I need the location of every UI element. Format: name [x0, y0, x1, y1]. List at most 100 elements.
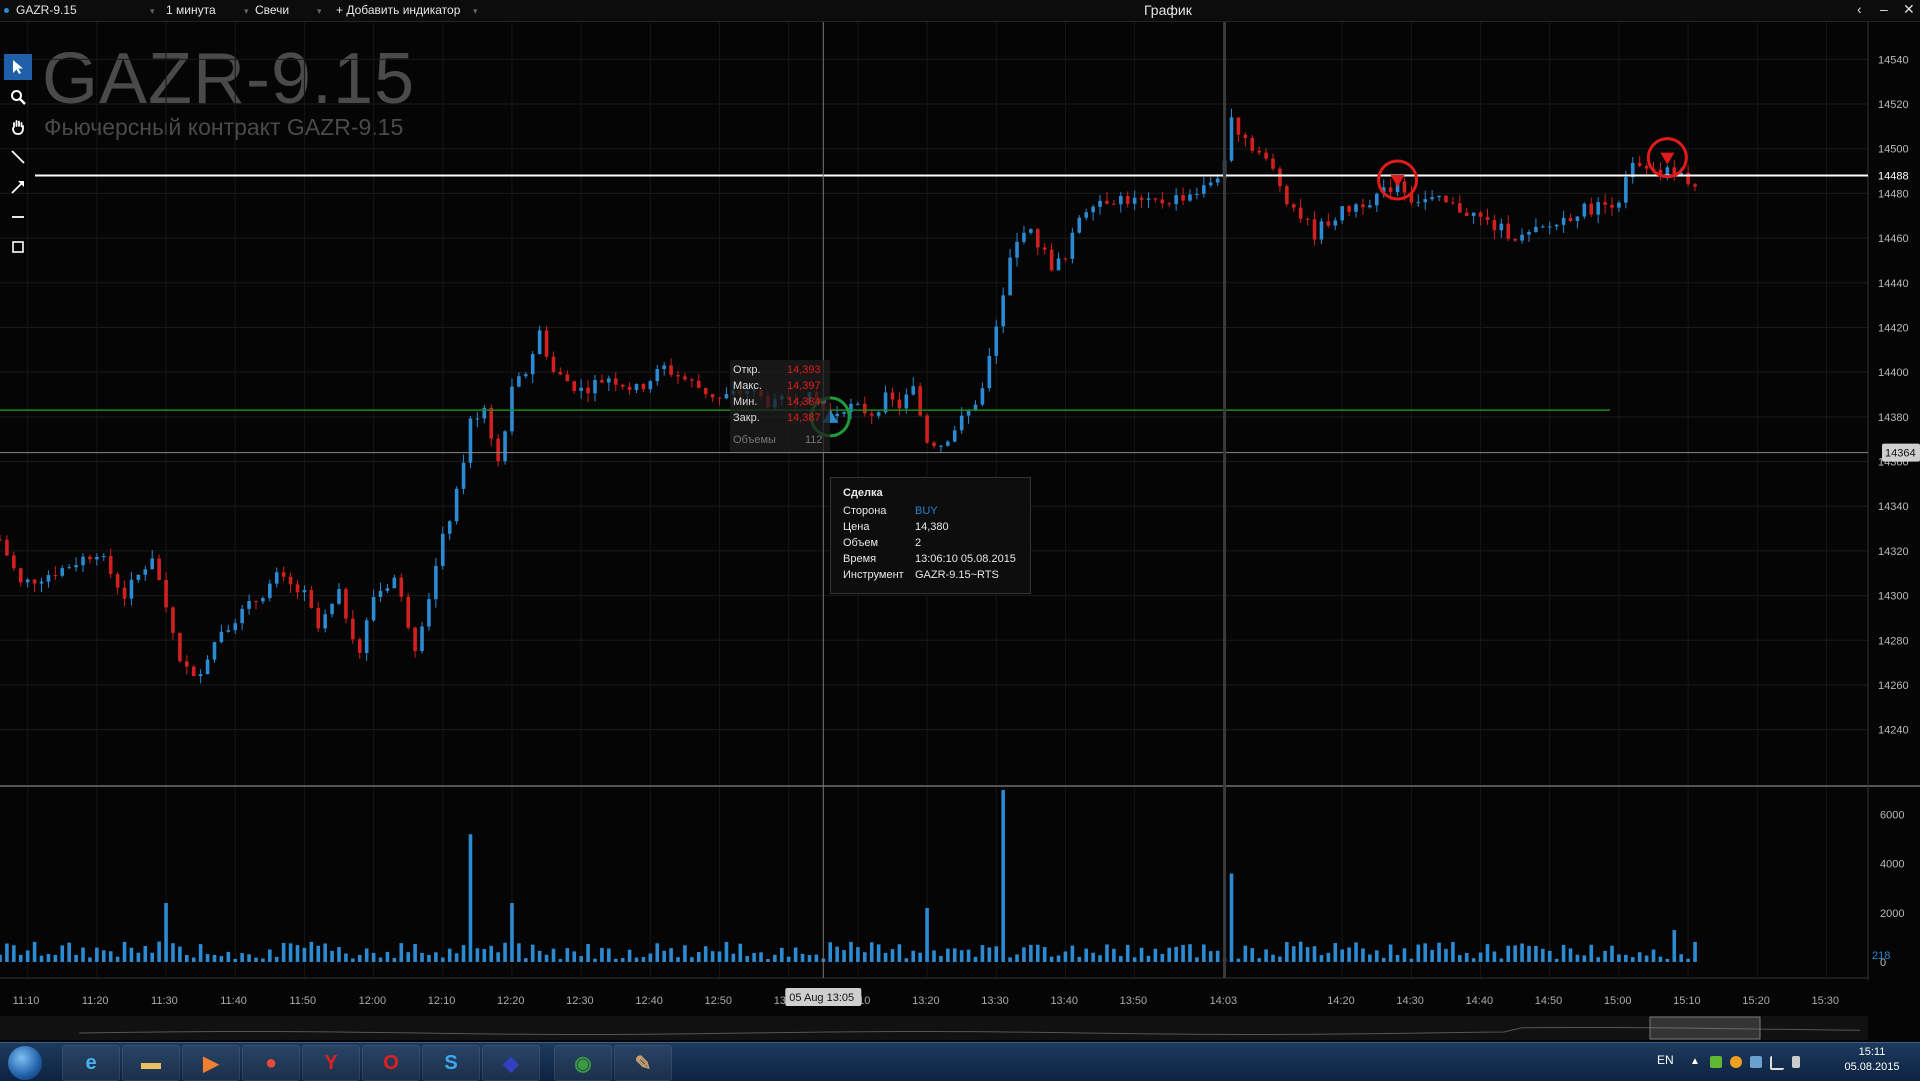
volume-bar — [1119, 956, 1123, 962]
chevron-down-icon[interactable]: ▾ — [467, 3, 478, 17]
candle — [1361, 198, 1365, 215]
internet-explorer-icon[interactable]: e — [62, 1045, 120, 1081]
volume-bar — [1534, 945, 1538, 962]
ohlc-panel: Откр. 14,393 Макс. 14,397 Мин. 14,384 Закр.… — [730, 360, 830, 452]
media-player-icon[interactable]: ▶ — [182, 1045, 240, 1081]
volume-bar — [323, 943, 327, 962]
candle — [1437, 195, 1441, 202]
tray-app-icon[interactable] — [1730, 1056, 1742, 1068]
language-indicator[interactable]: EN — [1657, 1053, 1674, 1067]
side-label: Сторона — [843, 505, 887, 517]
trade-tooltip: Сделка Сторона BUY Цена 14,380 Объем 2 Врем… — [830, 477, 1031, 594]
volume-bar — [440, 957, 445, 962]
volume-bar — [530, 944, 535, 962]
chevron-down-icon[interactable]: ▾ — [238, 3, 249, 17]
volume-bar — [1278, 956, 1282, 962]
candle — [683, 372, 687, 382]
clock[interactable]: 15:11 05.08.2015 — [1842, 1045, 1902, 1075]
candle-body — [440, 533, 445, 566]
candle-body — [537, 330, 542, 355]
opera-icon[interactable]: O — [362, 1045, 420, 1081]
interval-selector[interactable]: 1 минута — [166, 3, 216, 17]
candle — [524, 372, 528, 379]
price-tick-label: 14540 — [1878, 54, 1909, 66]
price-label: Цена — [843, 521, 870, 533]
minimize-icon[interactable]: – — [1880, 1, 1888, 17]
horizontal-line-icon[interactable] — [4, 204, 32, 230]
cursor-icon[interactable] — [4, 54, 32, 80]
candle — [1139, 195, 1144, 209]
candle-body — [122, 587, 127, 599]
candle-body — [1105, 200, 1109, 204]
chevron-down-icon[interactable]: ▾ — [311, 3, 322, 17]
close-icon[interactable]: ✕ — [1903, 1, 1915, 18]
candle — [710, 393, 715, 402]
instrument-selector[interactable]: GAZR-9.15 — [16, 3, 77, 17]
candle-body — [669, 365, 673, 375]
skype-icon[interactable]: S — [422, 1045, 480, 1081]
candle — [1029, 228, 1033, 235]
candle — [1250, 135, 1255, 154]
candle-body — [1693, 184, 1697, 187]
candle-body — [1361, 204, 1365, 208]
line-icon[interactable] — [4, 144, 32, 170]
candle-body — [1167, 203, 1172, 205]
volume-bar — [468, 834, 473, 962]
tray-app-icon[interactable] — [1710, 1056, 1722, 1068]
candle-body — [32, 579, 37, 584]
candle — [1049, 243, 1054, 272]
volume-bar — [1042, 947, 1047, 962]
volume-bar — [461, 945, 466, 962]
volume-bar — [869, 942, 874, 962]
chevron-down-icon[interactable]: ▾ — [144, 3, 155, 17]
candle-body — [517, 376, 521, 387]
paint-icon[interactable]: ✎ — [614, 1045, 672, 1081]
volume-bar — [1478, 952, 1483, 962]
pan-hand-icon[interactable] — [4, 114, 32, 140]
candle-body — [143, 569, 148, 575]
candle — [586, 380, 590, 403]
candle — [1264, 148, 1268, 161]
folder-icon[interactable]: ▬ — [122, 1045, 180, 1081]
candle-body — [1534, 226, 1538, 232]
candle-body — [212, 642, 217, 660]
candle — [558, 367, 563, 376]
add-indicator-button[interactable]: + Добавить индикатор — [336, 3, 460, 17]
clock-date: 05.08.2015 — [1844, 1061, 1900, 1073]
candle — [1630, 157, 1635, 184]
time-tick-label: 15:30 — [1811, 995, 1839, 1007]
volume-bar — [427, 954, 431, 962]
yandex-browser-icon[interactable]: Y — [302, 1045, 360, 1081]
arrow-icon[interactable] — [4, 174, 32, 200]
zoom-icon[interactable] — [4, 84, 32, 110]
candle — [399, 573, 404, 602]
candle-body — [1070, 232, 1075, 259]
candle — [101, 553, 106, 561]
volume-bar — [1257, 958, 1261, 962]
candle-body — [655, 369, 660, 382]
time-tick-label: 11:30 — [151, 995, 178, 1007]
candle — [440, 526, 445, 570]
candle — [427, 592, 431, 631]
price-tick-label: 14520 — [1878, 99, 1909, 111]
volume-bar — [835, 946, 839, 962]
volume-bar — [932, 950, 936, 962]
instrument-label: Инструмент — [843, 569, 904, 581]
windows-start-icon[interactable] — [8, 1046, 42, 1080]
tray-app-icon[interactable] — [1750, 1056, 1762, 1068]
candle-body — [18, 568, 23, 583]
rectangle-icon[interactable] — [4, 234, 32, 260]
time-tick-label: 14:30 — [1396, 995, 1424, 1007]
volume-bar — [191, 957, 196, 962]
tray-expand-icon[interactable]: ▲ — [1690, 1056, 1702, 1068]
network-icon[interactable] — [1770, 1056, 1784, 1070]
volume-bar — [1008, 957, 1012, 962]
candle-body — [835, 413, 839, 416]
chart-type-selector[interactable]: Свечи — [255, 3, 289, 17]
chrome-icon[interactable]: ● — [242, 1045, 300, 1081]
chevron-left-icon[interactable]: ‹ — [1857, 1, 1862, 17]
volume-icon[interactable] — [1792, 1056, 1800, 1068]
trading-app-icon[interactable]: ◆ — [482, 1045, 540, 1081]
globe-icon[interactable]: ◉ — [554, 1045, 612, 1081]
candle — [1610, 197, 1614, 216]
